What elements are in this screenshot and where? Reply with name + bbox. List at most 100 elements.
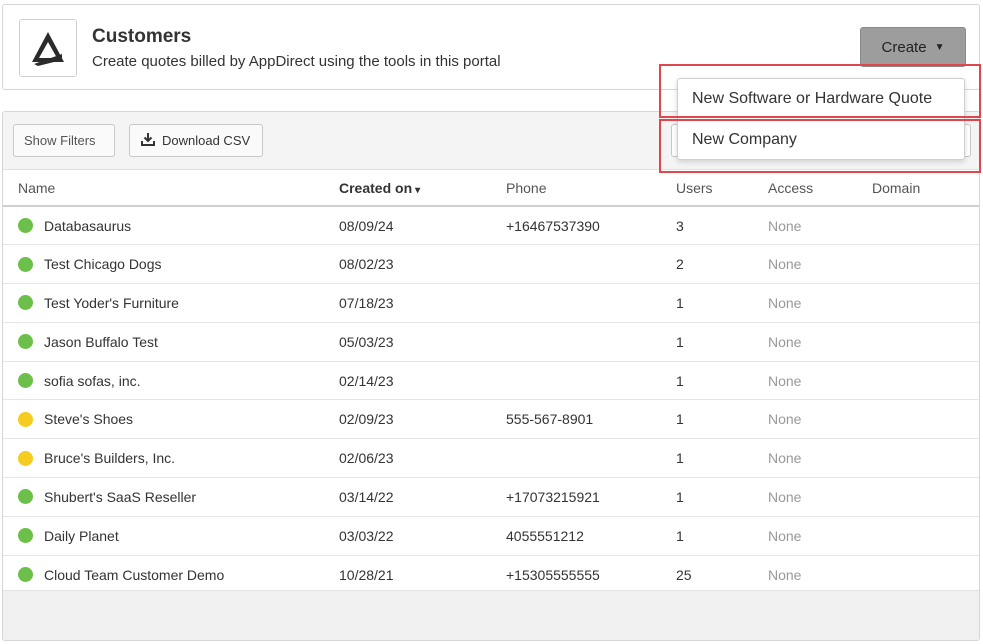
- cell-phone: [506, 322, 676, 362]
- create-button[interactable]: Create ▼: [860, 27, 966, 67]
- cell-access: None: [768, 244, 872, 285]
- table-header-row: Name Created on ▾ Phone Users Access Doma…: [3, 170, 979, 207]
- cell-access: None: [768, 555, 872, 595]
- cell-users: 1: [676, 399, 768, 440]
- table-row[interactable]: sofia sofas, inc. 02/14/23 1 None: [3, 361, 979, 401]
- cell-name: sofia sofas, inc.: [3, 361, 339, 401]
- status-dot-icon: [18, 295, 33, 311]
- table-row[interactable]: Cloud Team Customer Demo 10/28/21 +1530555…: [3, 555, 979, 595]
- sort-desc-icon: ▾: [415, 184, 421, 196]
- cell-domain: [872, 438, 979, 479]
- cell-domain: [872, 555, 979, 595]
- cell-phone: [506, 283, 676, 323]
- cell-phone: [506, 244, 676, 285]
- customer-name-link[interactable]: sofia sofas, inc.: [44, 373, 141, 389]
- customer-name-link[interactable]: Daily Planet: [44, 528, 119, 544]
- customer-name-link[interactable]: Bruce's Builders, Inc.: [44, 450, 175, 466]
- cell-created: 03/03/22: [339, 516, 506, 556]
- cell-name: Cloud Team Customer Demo: [3, 555, 339, 595]
- cell-created: 03/14/22: [339, 477, 506, 517]
- cell-users: 1: [676, 322, 768, 362]
- show-filters-button[interactable]: Show Filters: [13, 124, 115, 157]
- create-dropdown-menu: New Software or Hardware Quote New Compa…: [677, 78, 965, 160]
- status-dot-icon: [18, 411, 33, 427]
- cell-name: Bruce's Builders, Inc.: [3, 438, 339, 479]
- customers-panel: Show Filters Download CSV Name Created o…: [2, 111, 980, 641]
- cell-users: 25: [676, 555, 768, 595]
- cell-users: 1: [676, 516, 768, 556]
- cell-access: None: [768, 438, 872, 479]
- cell-domain: [872, 322, 979, 362]
- cell-access: None: [768, 206, 872, 246]
- customer-name-link[interactable]: Test Chicago Dogs: [44, 256, 162, 272]
- status-dot-icon: [18, 567, 33, 583]
- column-header-access[interactable]: Access: [768, 170, 872, 207]
- cell-created: 10/28/21: [339, 555, 506, 595]
- table-row[interactable]: Test Chicago Dogs 08/02/23 2 None: [3, 244, 979, 285]
- status-dot-icon: [18, 373, 33, 389]
- table-row[interactable]: Bruce's Builders, Inc. 02/06/23 1 None: [3, 438, 979, 479]
- cell-domain: [872, 477, 979, 517]
- table-row[interactable]: Test Yoder's Furniture 07/18/23 1 None: [3, 283, 979, 323]
- cell-created: 05/03/23: [339, 322, 506, 362]
- cell-users: 1: [676, 361, 768, 401]
- status-dot-icon: [18, 489, 33, 505]
- cell-domain: [872, 283, 979, 323]
- table-row[interactable]: Shubert's SaaS Reseller 03/14/22 +17073215…: [3, 477, 979, 517]
- cell-users: 2: [676, 244, 768, 285]
- cell-phone: +16467537390: [506, 206, 676, 246]
- column-header-domain[interactable]: Domain: [872, 170, 979, 207]
- menu-item-new-quote[interactable]: New Software or Hardware Quote: [678, 79, 964, 119]
- cell-domain: [872, 399, 979, 440]
- table-row[interactable]: Databasaurus 08/09/24 +16467537390 3 None: [3, 206, 979, 246]
- cell-users: 1: [676, 438, 768, 479]
- cell-access: None: [768, 516, 872, 556]
- cell-domain: [872, 516, 979, 556]
- customer-name-link[interactable]: Shubert's SaaS Reseller: [44, 489, 196, 505]
- menu-item-new-company[interactable]: New Company: [678, 119, 964, 159]
- cell-created: 07/18/23: [339, 283, 506, 323]
- cell-phone: [506, 361, 676, 401]
- cell-created: 08/09/24: [339, 206, 506, 246]
- page-title: Customers: [92, 26, 192, 47]
- download-csv-label: Download CSV: [162, 133, 251, 148]
- customer-name-link[interactable]: Jason Buffalo Test: [44, 334, 158, 350]
- cell-access: None: [768, 322, 872, 362]
- cell-access: None: [768, 283, 872, 323]
- cell-domain: [872, 361, 979, 401]
- show-filters-label: Show Filters: [24, 133, 96, 148]
- cell-users: 1: [676, 477, 768, 517]
- cell-created: 02/06/23: [339, 438, 506, 479]
- cell-phone: +15305555555: [506, 555, 676, 595]
- table-body: Databasaurus 08/09/24 +16467537390 3 None Tes…: [3, 206, 979, 595]
- customers-table: Name Created on ▾ Phone Users Access Doma…: [3, 170, 979, 595]
- column-header-phone[interactable]: Phone: [506, 170, 676, 207]
- cell-phone: [506, 438, 676, 479]
- cell-access: None: [768, 477, 872, 517]
- table-row[interactable]: Steve's Shoes 02/09/23 555-567-8901 1 None: [3, 399, 979, 440]
- caret-down-icon: ▼: [934, 41, 945, 53]
- customer-name-link[interactable]: Cloud Team Customer Demo: [44, 567, 224, 583]
- create-button-label: Create: [881, 38, 927, 56]
- table-footer: [3, 590, 979, 640]
- download-csv-button[interactable]: Download CSV: [129, 124, 263, 157]
- column-header-created[interactable]: Created on ▾: [339, 170, 506, 207]
- table-row[interactable]: Daily Planet 03/03/22 4055551212 1 None: [3, 516, 979, 556]
- status-dot-icon: [18, 528, 33, 544]
- cell-name: Shubert's SaaS Reseller: [3, 477, 339, 517]
- cell-created: 02/09/23: [339, 399, 506, 440]
- column-header-name[interactable]: Name: [3, 170, 339, 207]
- cell-name: Test Chicago Dogs: [3, 244, 339, 285]
- cell-access: None: [768, 399, 872, 440]
- status-dot-icon: [18, 256, 33, 272]
- cell-name: Databasaurus: [3, 206, 339, 246]
- status-dot-icon: [18, 334, 33, 350]
- table-row[interactable]: Jason Buffalo Test 05/03/23 1 None: [3, 322, 979, 362]
- customer-name-link[interactable]: Test Yoder's Furniture: [44, 295, 179, 311]
- column-header-created-label: Created on: [339, 179, 413, 196]
- customer-name-link[interactable]: Steve's Shoes: [44, 411, 133, 427]
- cell-phone: 4055551212: [506, 516, 676, 556]
- customer-name-link[interactable]: Databasaurus: [44, 218, 131, 234]
- column-header-users[interactable]: Users: [676, 170, 768, 207]
- status-dot-icon: [18, 450, 33, 466]
